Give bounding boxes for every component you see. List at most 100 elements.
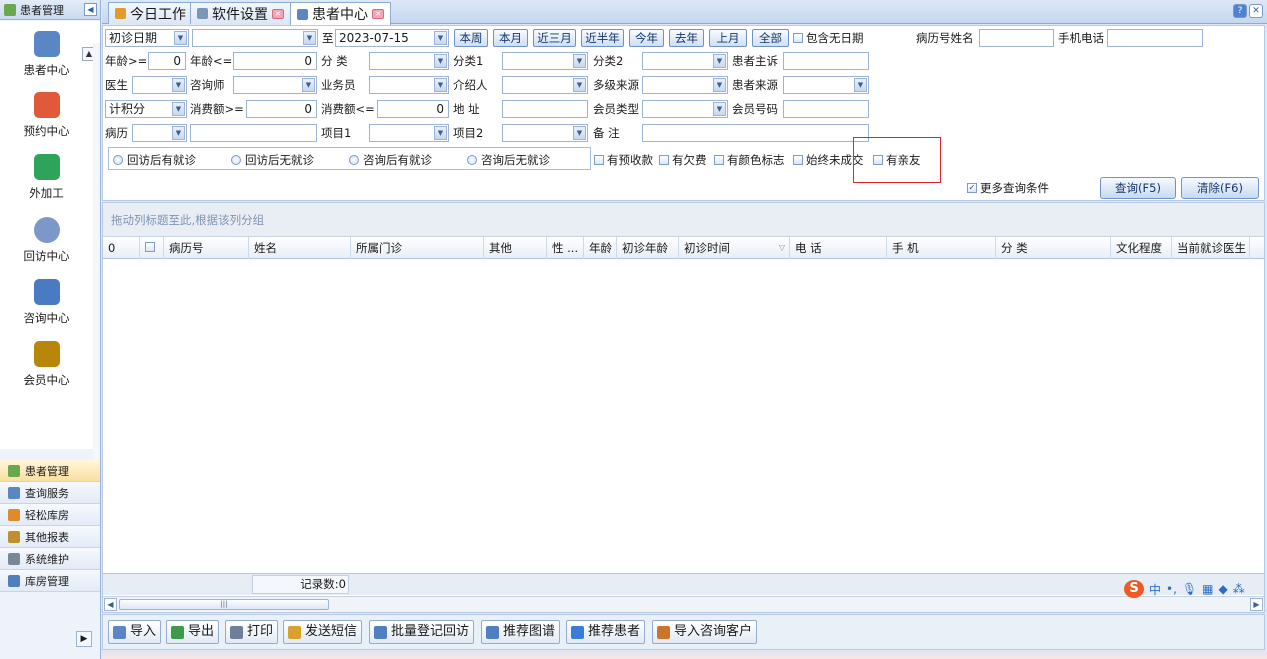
tab-software-settings[interactable]: 软件设置 ✕ bbox=[190, 2, 291, 24]
scroll-thumb[interactable]: ||| bbox=[119, 599, 329, 610]
age-ge-input[interactable]: 0 bbox=[148, 52, 186, 70]
column-header-other[interactable]: 其他 bbox=[484, 237, 547, 259]
nav-item-followup-center[interactable]: 回访中心 bbox=[0, 217, 93, 264]
date-type-select[interactable]: 初诊日期 ▼ bbox=[105, 29, 189, 47]
chevron-down-icon[interactable]: ▼ bbox=[434, 126, 447, 140]
chevron-down-icon[interactable]: ▼ bbox=[172, 102, 185, 116]
age-le-input[interactable]: 0 bbox=[233, 52, 317, 70]
microphone-icon[interactable]: 🎙 bbox=[1182, 582, 1197, 596]
record-no-name-input[interactable] bbox=[979, 29, 1054, 47]
nav-item-member-center[interactable]: 会员中心 bbox=[0, 341, 93, 388]
mobile-input[interactable] bbox=[1107, 29, 1203, 47]
this-week-button[interactable]: 本周 bbox=[454, 29, 488, 47]
all-button[interactable]: 全部 bbox=[752, 29, 789, 47]
has-color-flag-checkbox[interactable]: 有颜色标志 bbox=[714, 152, 785, 168]
remark-input[interactable] bbox=[642, 124, 869, 142]
chevron-down-icon[interactable]: ▼ bbox=[854, 78, 867, 92]
history-select[interactable]: ▼ bbox=[132, 124, 187, 142]
ime-language[interactable]: 中 bbox=[1149, 581, 1161, 598]
module-system-maintenance[interactable]: 系统维护 bbox=[0, 548, 100, 570]
category1-select[interactable]: ▼ bbox=[502, 52, 588, 70]
grid-menu-icon[interactable]: ⁂ bbox=[1233, 582, 1245, 596]
referrer-select[interactable]: ▼ bbox=[502, 76, 588, 94]
nav-item-appointment-center[interactable]: 预约中心 bbox=[0, 92, 93, 139]
column-header-gender[interactable]: 性 ... bbox=[547, 237, 584, 259]
chevron-down-icon[interactable]: ▼ bbox=[713, 78, 726, 92]
column-header-mobile[interactable]: 手 机 bbox=[887, 237, 996, 259]
horizontal-scrollbar[interactable]: ◀ ||| ▶ bbox=[103, 596, 1264, 612]
module-query-service[interactable]: 查询服务 bbox=[0, 482, 100, 504]
radio-consult-not-visited[interactable]: 咨询后无就诊 bbox=[467, 152, 550, 168]
column-header-phone[interactable]: 电 话 bbox=[790, 237, 887, 259]
chevron-down-icon[interactable]: ▼ bbox=[434, 31, 447, 45]
history-input[interactable] bbox=[190, 124, 317, 142]
patient-source-select[interactable]: ▼ bbox=[783, 76, 869, 94]
module-patient-management[interactable]: 患者管理 bbox=[0, 460, 100, 482]
chevron-down-icon[interactable]: ▼ bbox=[573, 54, 586, 68]
chevron-down-icon[interactable]: ▼ bbox=[172, 126, 185, 140]
column-header-record-no[interactable]: 病历号 bbox=[164, 237, 249, 259]
close-icon[interactable]: ✕ bbox=[372, 9, 384, 19]
address-input[interactable] bbox=[502, 100, 588, 118]
date-to-input[interactable]: 2023-07-15 ▼ bbox=[335, 29, 449, 47]
radio-consult-visited[interactable]: 咨询后有就诊 bbox=[349, 152, 432, 168]
close-window-icon[interactable]: ✕ bbox=[1249, 4, 1263, 18]
clear-button[interactable]: 清除(F6) bbox=[1181, 177, 1259, 199]
batch-followup-button[interactable]: 批量登记回访 bbox=[369, 620, 475, 644]
scroll-right-icon[interactable]: ▶ bbox=[1250, 598, 1263, 611]
chevron-down-icon[interactable]: ▼ bbox=[302, 78, 315, 92]
radio-followup-visited[interactable]: 回访后有就诊 bbox=[113, 152, 196, 168]
import-consult-clients-button[interactable]: 导入咨询客户 bbox=[652, 620, 758, 644]
column-header-category[interactable]: 分 类 bbox=[996, 237, 1111, 259]
chevron-down-icon[interactable]: ▼ bbox=[573, 78, 586, 92]
column-header-row-number[interactable]: 0 bbox=[103, 237, 140, 259]
export-button[interactable]: 导出 bbox=[166, 620, 220, 644]
complaint-input[interactable] bbox=[783, 52, 869, 70]
column-header-clinic[interactable]: 所属门诊 bbox=[351, 237, 484, 259]
member-no-input[interactable] bbox=[783, 100, 869, 118]
referral-graph-button[interactable]: 推荐图谱 bbox=[481, 620, 561, 644]
has-arrears-checkbox[interactable]: 有欠费 bbox=[659, 152, 707, 168]
this-month-button[interactable]: 本月 bbox=[493, 29, 528, 47]
salesman-select[interactable]: ▼ bbox=[369, 76, 449, 94]
left-nav-scrollbar[interactable] bbox=[93, 43, 100, 468]
nav-item-outsourcing[interactable]: 外加工 bbox=[0, 154, 93, 201]
chevron-down-icon[interactable]: ▼ bbox=[172, 78, 185, 92]
help-icon[interactable]: ? bbox=[1233, 4, 1247, 18]
query-button[interactable]: 查询(F5) bbox=[1100, 177, 1176, 199]
module-store-management[interactable]: 库房管理 bbox=[0, 570, 100, 592]
member-type-select[interactable]: ▼ bbox=[642, 100, 728, 118]
tab-today-work[interactable]: 今日工作 bbox=[108, 2, 193, 24]
chevron-down-icon[interactable]: ▼ bbox=[174, 31, 187, 45]
has-prepayment-checkbox[interactable]: 有预收款 bbox=[594, 152, 653, 168]
punctuation-icon[interactable]: •, bbox=[1166, 582, 1177, 596]
category-select[interactable]: ▼ bbox=[369, 52, 449, 70]
select-all-checkbox[interactable] bbox=[145, 242, 155, 252]
chevron-down-icon[interactable]: ▼ bbox=[434, 54, 447, 68]
nav-item-consult-center[interactable]: 咨询中心 bbox=[0, 279, 93, 326]
item2-select[interactable]: ▼ bbox=[502, 124, 588, 142]
module-other-reports[interactable]: 其他报表 bbox=[0, 526, 100, 548]
date-from-input[interactable]: ▼ bbox=[192, 29, 318, 47]
consultant-select[interactable]: ▼ bbox=[233, 76, 317, 94]
chevron-down-icon[interactable]: ▼ bbox=[713, 102, 726, 116]
column-header-name[interactable]: 姓名 bbox=[249, 237, 351, 259]
radio-followup-not-visited[interactable]: 回访后无就诊 bbox=[231, 152, 314, 168]
print-button[interactable]: 打印 bbox=[225, 620, 279, 644]
close-icon[interactable]: ✕ bbox=[272, 8, 284, 19]
module-easy-warehouse[interactable]: 轻松库房 bbox=[0, 504, 100, 526]
ime-toolbar[interactable]: S 中 •, 🎙 ▦ ◆ ⁂ bbox=[1124, 580, 1245, 598]
spend-ge-input[interactable]: 0 bbox=[246, 100, 317, 118]
column-header-age[interactable]: 年龄 bbox=[584, 237, 617, 259]
keyboard-icon[interactable]: ▦ bbox=[1202, 582, 1213, 596]
this-year-button[interactable]: 今年 bbox=[629, 29, 664, 47]
chevron-down-icon[interactable]: ▼ bbox=[434, 78, 447, 92]
chevron-down-icon[interactable]: ▼ bbox=[573, 126, 586, 140]
include-no-date-checkbox[interactable]: 包含无日期 bbox=[793, 30, 864, 46]
chevron-down-icon[interactable]: ▼ bbox=[713, 54, 726, 68]
doctor-select[interactable]: ▼ bbox=[132, 76, 187, 94]
points-select[interactable]: 计积分 ▼ bbox=[105, 100, 187, 118]
chevron-down-icon[interactable]: ▼ bbox=[303, 31, 316, 45]
last-half-year-button[interactable]: 近半年 bbox=[581, 29, 624, 47]
last-three-months-button[interactable]: 近三月 bbox=[533, 29, 576, 47]
